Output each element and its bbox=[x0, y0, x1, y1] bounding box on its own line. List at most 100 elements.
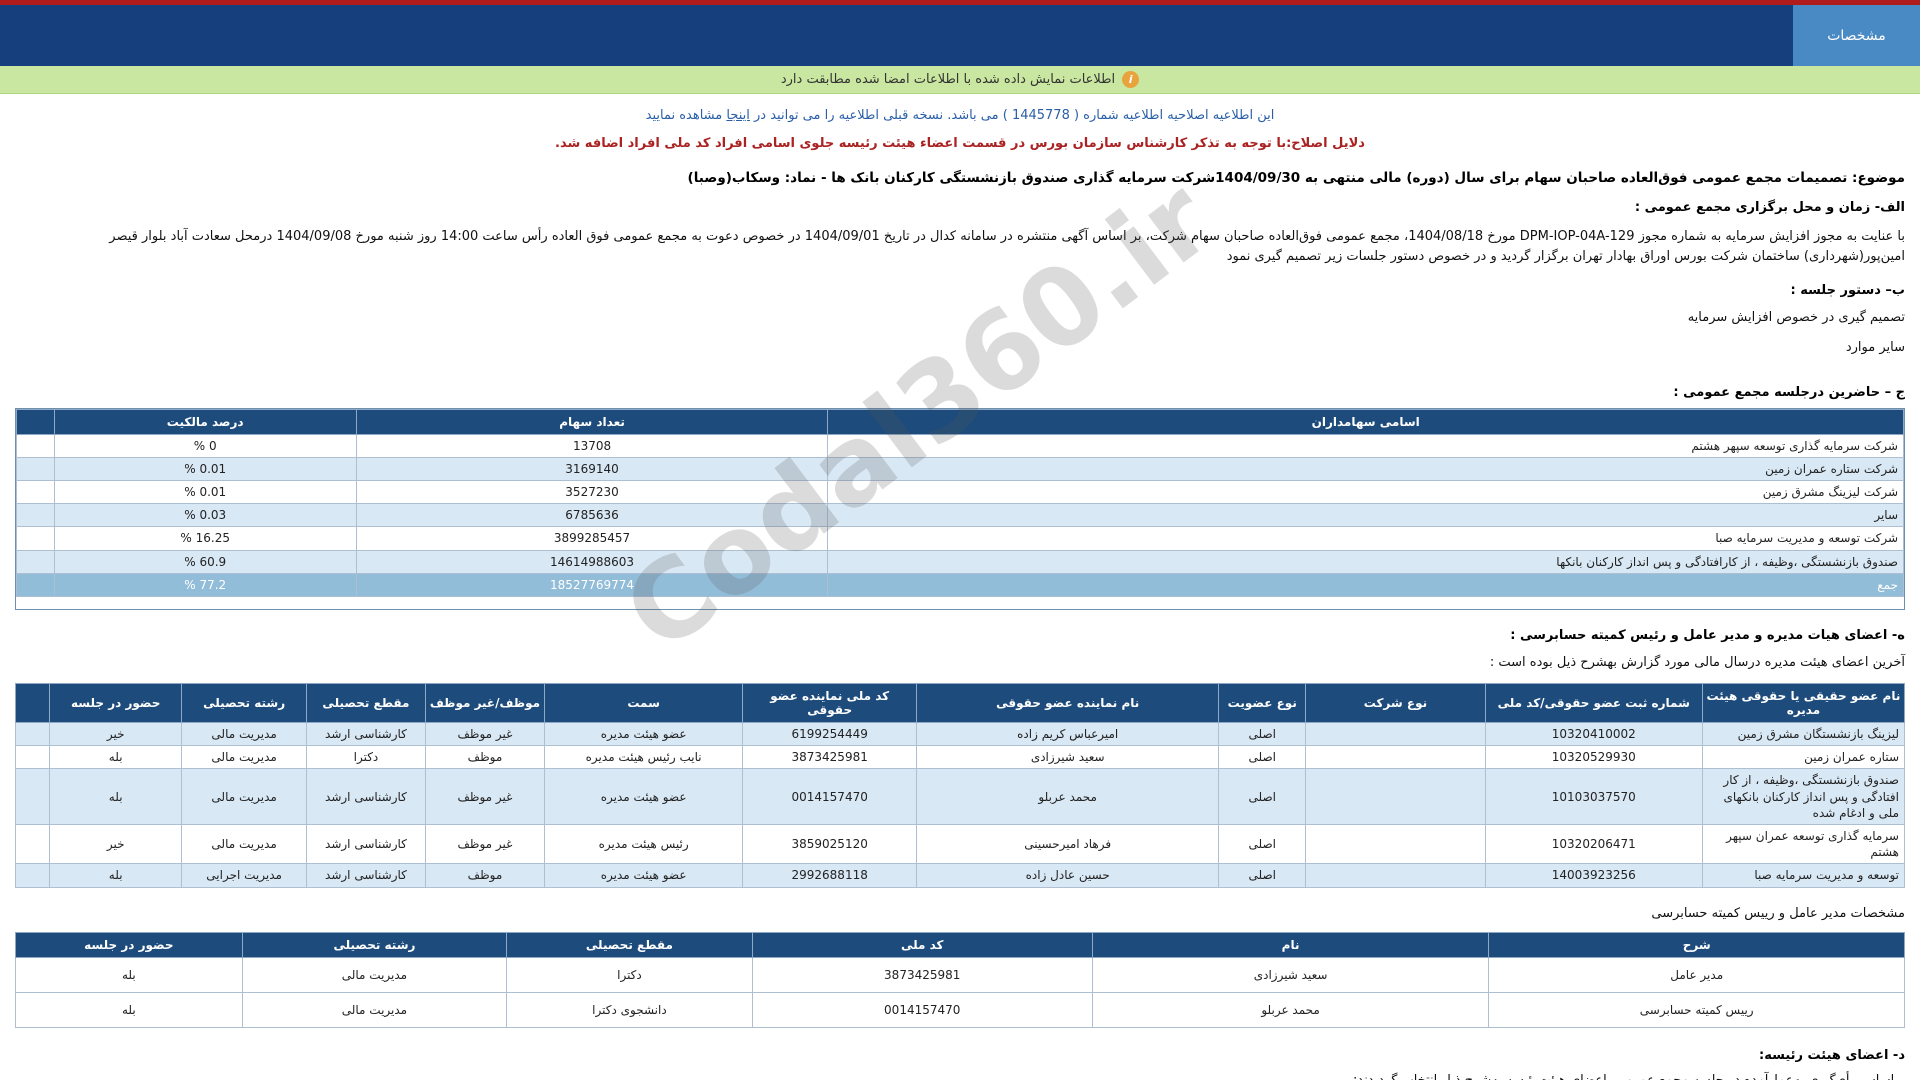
table-cell: موظف bbox=[425, 864, 544, 887]
table-cell: 0.01 % bbox=[54, 457, 356, 480]
table-row: لیزینگ بازنشستگان مشرق زمین10320410002اص… bbox=[16, 723, 1905, 746]
column-header: شماره ثبت عضو حقوقی/کد ملی bbox=[1485, 684, 1702, 723]
section-a-title: الف- زمان و محل برگزاری مجمع عمومی : bbox=[15, 200, 1905, 215]
column-header: کد ملی نماینده عضو حقوقی bbox=[743, 684, 917, 723]
column-header: شرح bbox=[1489, 932, 1905, 957]
table-cell: مدیر عامل bbox=[1489, 957, 1905, 992]
table-cell: 3873425981 bbox=[752, 957, 1092, 992]
table-cell: 0 % bbox=[54, 434, 356, 457]
table-cell: 14003923256 bbox=[1485, 864, 1702, 887]
total-row: جمع1852776977477.2 % bbox=[17, 573, 1904, 596]
table-row: سایر67856360.03 % bbox=[17, 504, 1904, 527]
column-header: موظف/غیر موظف bbox=[425, 684, 544, 723]
empty-cell bbox=[16, 746, 50, 769]
table-cell: خیر bbox=[50, 723, 182, 746]
tab-specifications[interactable]: مشخصات bbox=[1793, 5, 1920, 66]
table-row: سرمایه گذاری توسعه عمران سپهر هشتم103202… bbox=[16, 824, 1905, 863]
column-header: نام bbox=[1092, 932, 1489, 957]
table-cell: اصلی bbox=[1219, 864, 1306, 887]
empty-cell bbox=[16, 723, 50, 746]
empty-cell bbox=[17, 550, 55, 573]
section-d-subtitle: براساس رأی‌گیری به‌عمل‌آمده در جلسه مجمع… bbox=[15, 1071, 1905, 1080]
table-cell: سعید شیرزادی bbox=[1092, 957, 1489, 992]
table-cell: 10103037570 bbox=[1485, 769, 1702, 825]
table-cell bbox=[1306, 746, 1485, 769]
empty-cell bbox=[17, 504, 55, 527]
table-cell: اصلی bbox=[1219, 723, 1306, 746]
table-cell: 3899285457 bbox=[356, 527, 828, 550]
table-cell: سرمایه گذاری توسعه عمران سپهر هشتم bbox=[1702, 824, 1904, 863]
empty-cell bbox=[17, 527, 55, 550]
section-a-body: با عنایت به مجوز افزایش سرمایه به شماره … bbox=[15, 227, 1905, 267]
table-row: ستاره عمران زمین10320529930اصلیسعید شیرز… bbox=[16, 746, 1905, 769]
ceo-section-title: مشخصات مدیر عامل و رییس کمیته حسابرسی bbox=[15, 904, 1905, 924]
column-header: سمت bbox=[544, 684, 742, 723]
previous-version-link[interactable]: اینجا bbox=[726, 108, 750, 123]
table-cell: 3169140 bbox=[356, 457, 828, 480]
table-cell: خیر bbox=[50, 824, 182, 863]
signature-status-text: اطلاعات نمایش داده شده با اطلاعات امضا ش… bbox=[781, 72, 1115, 87]
empty-cell bbox=[17, 573, 55, 596]
table-cell: 6785636 bbox=[356, 504, 828, 527]
table-cell: کارشناسی ارشد bbox=[306, 864, 425, 887]
column-header: حضور در جلسه bbox=[16, 932, 243, 957]
table-cell: مدیریت مالی bbox=[182, 824, 307, 863]
table-cell: لیزینگ بازنشستگان مشرق زمین bbox=[1702, 723, 1904, 746]
subject-line: موضوع: تصمیمات مجمع عمومی فوق‌العاده صاح… bbox=[15, 170, 1905, 186]
column-header: حضور در جلسه bbox=[50, 684, 182, 723]
table-cell: 10320529930 bbox=[1485, 746, 1702, 769]
column-header: نام نماینده عضو حقوقی bbox=[917, 684, 1219, 723]
empty-cell bbox=[16, 864, 50, 887]
table-cell: بله bbox=[16, 957, 243, 992]
table-cell: 60.9 % bbox=[54, 550, 356, 573]
empty-cell bbox=[17, 480, 55, 503]
table-cell: صندوق بازنشستگی ،وظیفه ، از کارافتادگی و… bbox=[828, 550, 1904, 573]
amendment-notice-suffix: مشاهده نمایید bbox=[646, 108, 727, 123]
table-cell: عضو هیئت مدیره bbox=[544, 769, 742, 825]
shareholders-table-frame: اسامی سهامدارانتعداد سهامدرصد مالکیتشرکت… bbox=[15, 408, 1905, 610]
shareholders-table: اسامی سهامدارانتعداد سهامدرصد مالکیتشرکت… bbox=[16, 409, 1904, 597]
table-row: رییس کمیته حسابرسیمحمد عربلو0014157470دا… bbox=[16, 992, 1905, 1027]
column-header: کد ملی bbox=[752, 932, 1092, 957]
table-cell: شرکت توسعه و مدیریت سرمایه صبا bbox=[828, 527, 1904, 550]
table-cell: کارشناسی ارشد bbox=[306, 723, 425, 746]
table-cell: بله bbox=[50, 864, 182, 887]
table-cell: 13708 bbox=[356, 434, 828, 457]
signature-status-bar: i اطلاعات نمایش داده شده با اطلاعات امضا… bbox=[0, 66, 1920, 94]
table-cell: محمد عربلو bbox=[917, 769, 1219, 825]
column-header: تعداد سهام bbox=[356, 409, 828, 434]
amendment-reason: دلایل اصلاح:با توجه به تذکر کارشناس سازم… bbox=[15, 136, 1905, 151]
column-header: نام عضو حقیقی یا حقوقی هیئت مدیره bbox=[1702, 684, 1904, 723]
table-cell: مدیریت مالی bbox=[182, 769, 307, 825]
amendment-notice-prefix: این اطلاعیه اصلاحیه اطلاعیه شماره ( 1445… bbox=[750, 108, 1274, 123]
table-cell: دکترا bbox=[306, 746, 425, 769]
table-cell: سایر bbox=[828, 504, 1904, 527]
empty-cell bbox=[16, 824, 50, 863]
table-row: توسعه و مدیریت سرمایه صبا14003923256اصلی… bbox=[16, 864, 1905, 887]
table-cell: رییس کمیته حسابرسی bbox=[1489, 992, 1905, 1027]
table-cell: امیرعباس کریم زاده bbox=[917, 723, 1219, 746]
section-e-title: ه- اعضای هیات مدیره و مدیر عامل و رئیس ک… bbox=[15, 628, 1905, 643]
table-cell: 3859025120 bbox=[743, 824, 917, 863]
agenda-item-1: تصمیم گیری در خصوص افزایش سرمایه bbox=[15, 308, 1905, 328]
empty-cell bbox=[16, 769, 50, 825]
table-cell: 0.03 % bbox=[54, 504, 356, 527]
table-row: مدیر عاملسعید شیرزادی3873425981دکترامدیر… bbox=[16, 957, 1905, 992]
table-cell: مدیریت مالی bbox=[242, 957, 506, 992]
table-cell bbox=[1306, 723, 1485, 746]
table-cell: بله bbox=[16, 992, 243, 1027]
ceo-audit-table: شرحنامکد ملیمقطع تحصیلیرشته تحصیلیحضور د… bbox=[15, 932, 1905, 1028]
table-row: شرکت ستاره عمران زمین31691400.01 % bbox=[17, 457, 1904, 480]
total-cell: 77.2 % bbox=[54, 573, 356, 596]
table-cell: دکترا bbox=[507, 957, 753, 992]
table-cell: اصلی bbox=[1219, 769, 1306, 825]
section-d-title: د- اعضای هیئت رئیسه: bbox=[15, 1048, 1905, 1063]
table-cell: 10320206471 bbox=[1485, 824, 1702, 863]
column-header: مقطع تحصیلی bbox=[507, 932, 753, 957]
table-cell: کارشناسی ارشد bbox=[306, 824, 425, 863]
table-cell: شرکت لیزینگ مشرق زمین bbox=[828, 480, 1904, 503]
column-header: نوع شرکت bbox=[1306, 684, 1485, 723]
table-cell: 0014157470 bbox=[743, 769, 917, 825]
table-cell: 3873425981 bbox=[743, 746, 917, 769]
empty-cell bbox=[17, 457, 55, 480]
